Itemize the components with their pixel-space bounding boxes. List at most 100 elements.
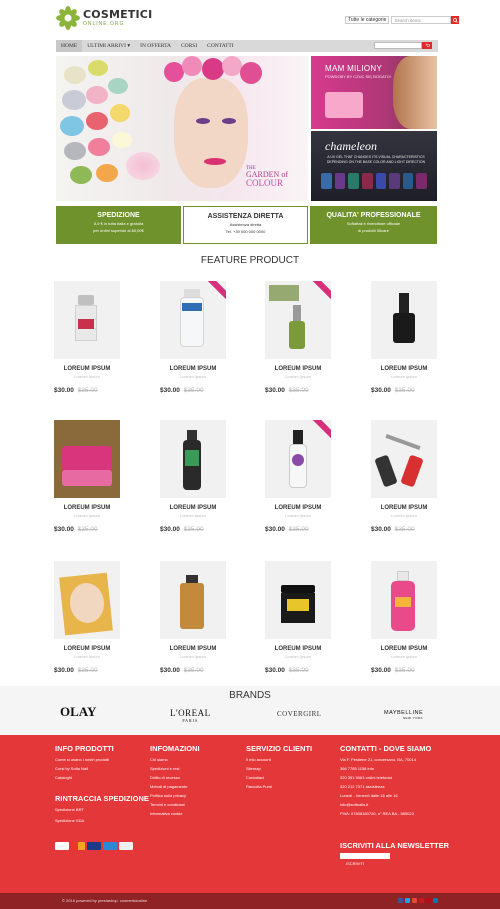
product-image[interactable] — [371, 561, 437, 639]
footer-heading: INFOMAZIONI — [150, 744, 200, 753]
brand-logo-maybelline[interactable]: MAYBELLINE NEW YORK — [384, 710, 423, 720]
brand-logo-olay[interactable]: OLAY — [60, 704, 96, 720]
product-card[interactable]: LOREUM IPSUM Loreum Ipsum $30.00 $35.00 — [160, 281, 250, 394]
price-current: $30.00 — [54, 387, 74, 394]
nav-item-label: ULTIMI ARRIVI — [87, 43, 126, 49]
product-card[interactable]: LOREUM IPSUM Loreum Ipsum $30.00 $35.00 — [265, 420, 355, 533]
footer-contact-line: 320 212 7371 assistenza — [340, 784, 385, 789]
product-card[interactable]: LOREUM IPSUM Loreum Ipsum $30.00 $35.00 — [54, 420, 144, 533]
footer-link[interactable]: Come si usano i nostri prodotti — [55, 757, 149, 762]
promo-banner-mam-miliony[interactable]: MAM MILIONY POWDOBY BY CZUC SIĘ BOGATO! — [311, 56, 437, 129]
product-card[interactable]: LOREUM IPSUM Loreum Ipsum $30.00 $35.00 — [265, 561, 355, 674]
footer-link[interactable]: Spedizione SDA — [55, 818, 149, 823]
product-image[interactable] — [54, 561, 120, 639]
newsletter-subscribe-button[interactable]: ISCRIVITI — [346, 861, 449, 866]
product-card[interactable]: LOREUM IPSUM Loreum Ipsum $30.00 $35.00 — [54, 561, 144, 674]
search-input[interactable]: Search items — [391, 16, 452, 24]
product-image[interactable] — [265, 561, 331, 639]
footer-link[interactable]: Spedizione BRT — [55, 807, 149, 812]
nav-search-input[interactable] — [374, 42, 422, 49]
product-name[interactable]: LOREUM IPSUM — [54, 646, 120, 652]
footer-link[interactable]: Informativa cookie — [150, 811, 200, 816]
logo-title: COSMETICI — [83, 8, 153, 21]
footer-link[interactable]: Spedizioni e resi — [150, 766, 200, 771]
product-card[interactable]: LOREUM IPSUM Loreum Ipsum $30.00 $35.00 — [371, 561, 461, 674]
mastercard-icon — [71, 842, 85, 850]
nav-item-ultimi-arrivi[interactable]: ULTIMI ARRIVI ▾ — [82, 40, 135, 52]
footer-link[interactable]: Chi siamo — [150, 757, 200, 762]
product-card[interactable]: LOREUM IPSUM Loreum Ipsum $30.00 $35.00 — [371, 281, 461, 394]
hero-banner[interactable]: THE GARDEN of COLOUR — [56, 56, 308, 201]
product-image[interactable] — [160, 420, 226, 498]
powder-jar — [62, 90, 86, 110]
category-select[interactable]: Tutte le categorie — [345, 16, 390, 24]
footer-link[interactable]: Sitemap — [246, 766, 312, 771]
flower-crown — [164, 56, 264, 96]
product-name[interactable]: LOREUM IPSUM — [160, 646, 226, 652]
footer-contact-line[interactable]: info@softnails.it — [340, 802, 431, 807]
product-card[interactable]: LOREUM IPSUM Loreum Ipsum $30.00 $35.00 — [160, 561, 250, 674]
pinterest-icon[interactable] — [426, 898, 431, 903]
twitter-icon[interactable] — [405, 898, 410, 903]
brand-logo-loreal[interactable]: L'OREAL PARIS — [170, 708, 211, 723]
product-image[interactable] — [160, 281, 226, 359]
product-image[interactable] — [54, 420, 120, 498]
product-name[interactable]: LOREUM IPSUM — [160, 366, 226, 372]
footer-link[interactable]: Politica sulla privacy — [150, 793, 200, 798]
caption-colour: COLOUR — [246, 178, 284, 188]
product-name[interactable]: LOREUM IPSUM — [265, 646, 331, 652]
footer-link[interactable]: Diritto di recesso — [150, 775, 200, 780]
product-name[interactable]: LOREUM IPSUM — [54, 505, 120, 511]
product-card[interactable]: LOREUM IPSUM Loreum Ipsum $30.00 $35.00 — [160, 420, 250, 533]
product-image[interactable] — [265, 420, 331, 498]
nav-item-home[interactable]: HOME — [56, 40, 83, 52]
price-old: $35.00 — [288, 667, 309, 674]
bottle-row-image — [321, 173, 427, 189]
powder-jar — [64, 142, 86, 160]
newsletter-email-input[interactable] — [340, 853, 390, 860]
product-name[interactable]: LOREUM IPSUM — [160, 505, 226, 511]
promo-banner-chameleon[interactable]: chameleon A UV GEL THAT CHANGES ITS VISU… — [311, 131, 437, 201]
footer-contact-line: Via F. Pestiene 21, conversano, BA, 7001… — [340, 757, 416, 762]
footer-link[interactable]: Termini e condizioni — [150, 802, 200, 807]
price-current: $30.00 — [265, 526, 285, 533]
price-old: $35.00 — [183, 387, 204, 394]
product-card[interactable]: LOREUM IPSUM Loreum Ipsum $30.00 $35.00 — [265, 281, 355, 394]
facebook-icon[interactable] — [398, 898, 403, 903]
product-image[interactable] — [371, 281, 437, 359]
product-category: Loreum Ipsum — [180, 654, 206, 659]
product-image[interactable] — [160, 561, 226, 639]
product-name[interactable]: LOREUM IPSUM — [54, 366, 120, 372]
footer-link[interactable]: Raccolta Punti — [246, 784, 312, 789]
product-card[interactable]: LOREUM IPSUM Loreum Ipsum $30.00 $35.00 — [54, 281, 144, 394]
product-price: $30.00 $35.00 — [54, 526, 144, 533]
product-name[interactable]: LOREUM IPSUM — [371, 646, 437, 652]
model-lips — [204, 158, 226, 165]
nav-item-contatti[interactable]: CONTATTI — [202, 40, 238, 52]
nav-item-in-offerta[interactable]: IN OFFERTA — [135, 40, 176, 52]
footer-link[interactable]: Cataloghi — [55, 775, 149, 780]
site-logo[interactable]: COSMETICI ONLINE.ORG — [56, 6, 152, 30]
youtube-icon[interactable] — [419, 898, 424, 903]
linkedin-icon[interactable] — [433, 898, 438, 903]
brand-subtitle: NEW YORK — [402, 716, 424, 720]
brand-logo-covergirl[interactable]: COVERGIRL — [277, 710, 322, 718]
search-button[interactable] — [451, 16, 460, 24]
product-name[interactable]: LOREUM IPSUM — [265, 366, 331, 372]
newsletter-title: ISCRIVITI ALLA NEWSLETTER — [340, 841, 450, 850]
footer-link[interactable]: Corsi by Sofia Nail — [55, 766, 149, 771]
product-price: $30.00 $35.00 — [54, 387, 144, 394]
nav-item-corsi[interactable]: CORSI — [176, 40, 202, 52]
cart-button[interactable] — [422, 42, 432, 49]
product-name[interactable]: LOREUM IPSUM — [265, 505, 331, 511]
product-image[interactable] — [371, 420, 437, 498]
footer-link[interactable]: Contattaci — [246, 775, 312, 780]
product-name[interactable]: LOREUM IPSUM — [371, 366, 437, 372]
footer-link[interactable]: Metodi di pagamento — [150, 784, 200, 789]
footer-link[interactable]: Il mio account — [246, 757, 312, 762]
product-card[interactable]: LOREUM IPSUM Loreum Ipsum $30.00 $35.00 — [371, 420, 461, 533]
product-image[interactable] — [54, 281, 120, 359]
product-name[interactable]: LOREUM IPSUM — [371, 505, 437, 511]
google-icon[interactable] — [412, 898, 417, 903]
product-image[interactable] — [265, 281, 331, 359]
